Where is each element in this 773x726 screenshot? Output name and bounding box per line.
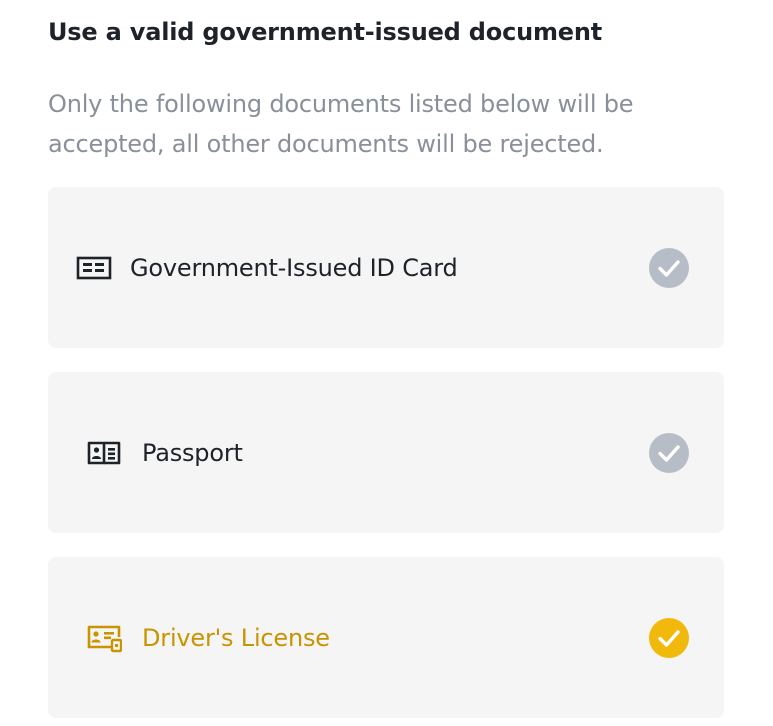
check-circle-icon bbox=[649, 247, 689, 288]
page-subtitle: Only the following documents listed belo… bbox=[48, 90, 634, 158]
document-option-passport[interactable]: Passport bbox=[48, 372, 724, 533]
page-title: Use a valid government-issued document bbox=[48, 18, 603, 46]
drivers-license-icon bbox=[87, 625, 122, 652]
document-option-label: Passport bbox=[142, 438, 243, 467]
document-option-drivers-license[interactable]: Driver's License bbox=[48, 557, 724, 718]
passport-icon bbox=[87, 441, 121, 464]
check-circle-icon bbox=[649, 432, 689, 473]
document-option-id-card[interactable]: Government-Issued ID Card bbox=[48, 187, 724, 348]
document-option-label: Government-Issued ID Card bbox=[130, 253, 458, 282]
document-option-label: Driver's License bbox=[142, 623, 330, 652]
check-circle-selected-icon bbox=[649, 617, 689, 658]
id-card-icon bbox=[76, 256, 112, 279]
